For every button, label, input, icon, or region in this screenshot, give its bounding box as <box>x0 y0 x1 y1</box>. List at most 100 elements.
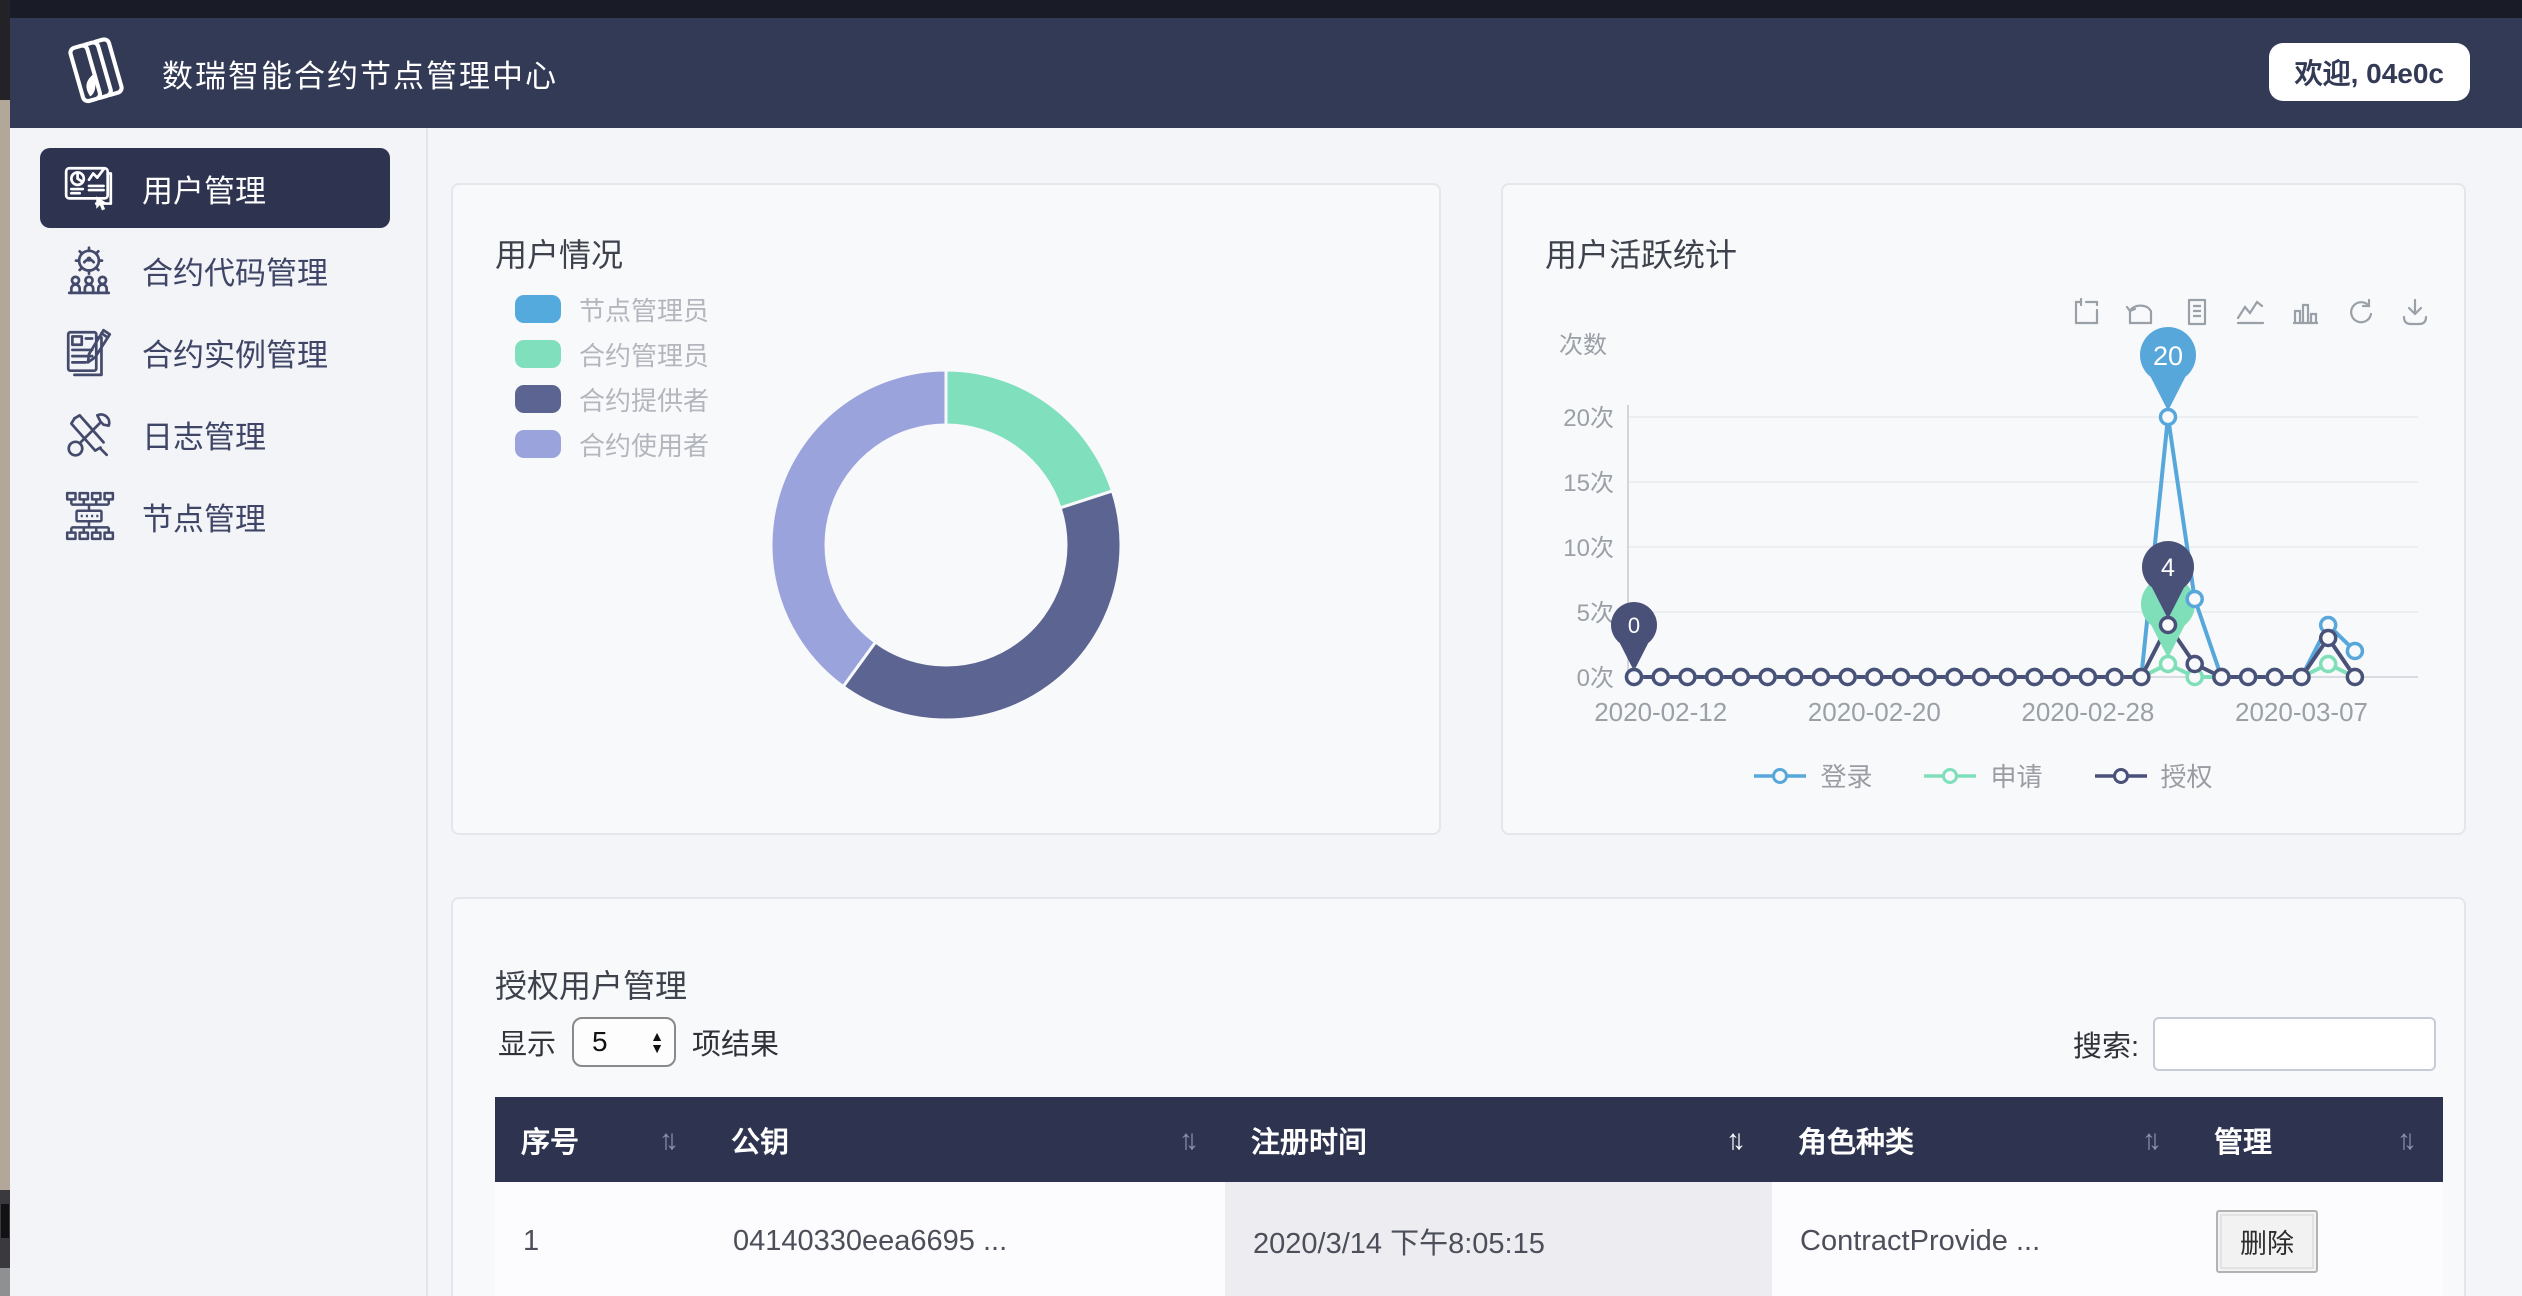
data-point <box>2267 670 2282 685</box>
app-window: 数瑞智能合约节点管理中心 欢迎, 04e0c 用户管理合约代码管理合约实例管理日… <box>10 0 2522 1296</box>
pie-legend-item[interactable]: 合约使用者 <box>515 426 709 462</box>
sidebar-item-contract-code-management[interactable]: 合约代码管理 <box>40 230 390 310</box>
search-label: 搜索: <box>2073 1023 2139 1065</box>
sidebar-item-log-management[interactable]: 日志管理 <box>40 394 390 474</box>
donut-segment[interactable] <box>843 491 1121 720</box>
donut-segment[interactable] <box>771 370 946 687</box>
sidebar-item-contract-instance-management[interactable]: 合约实例管理 <box>40 312 390 392</box>
data-point <box>2241 670 2256 685</box>
donut-segment[interactable] <box>946 370 1112 508</box>
table-controls: 显示 5 ▲▼ 项结果 搜索: <box>453 1017 2464 1073</box>
sort-arrows-icon[interactable]: ↑↓ <box>2397 1124 2417 1156</box>
sidebar: 用户管理合约代码管理合约实例管理日志管理节点管理 <box>10 128 428 1296</box>
activity-line-chart: 0次5次10次15次20次次数2020-02-122020-02-202020-… <box>1503 185 2464 833</box>
main-content: 用户情况 节点管理员合约管理员合约提供者合约使用者 用户活跃统计 0次5次10次… <box>428 128 2522 1296</box>
download-icon[interactable] <box>2400 297 2430 327</box>
column-header-role[interactable]: 角色种类↑↓ <box>1772 1097 2188 1182</box>
data-point <box>1894 670 1909 685</box>
user-roles-donut-chart <box>453 185 1439 833</box>
page-size-control: 显示 5 ▲▼ 项结果 <box>498 1017 779 1067</box>
authorized-users-card-title: 授权用户管理 <box>495 961 687 1007</box>
legend-label: 申请 <box>1990 757 2042 794</box>
cell-register-time: 2020/3/14 下午8:05:15 <box>1225 1182 1772 1296</box>
mark-point-label: 4 <box>2161 554 2175 582</box>
legend-swatch <box>515 295 561 323</box>
legend-label: 合约管理员 <box>579 336 709 373</box>
data-point <box>2161 410 2176 425</box>
user-overview-card: 用户情况 节点管理员合约管理员合约提供者合约使用者 <box>451 183 1441 835</box>
x-tick-label: 2020-02-28 <box>2021 697 2154 727</box>
column-header-index[interactable]: 序号↑↓ <box>495 1097 705 1182</box>
search-input[interactable] <box>2153 1017 2436 1071</box>
data-point <box>2347 670 2362 685</box>
welcome-badge[interactable]: 欢迎, 04e0c <box>2269 43 2470 101</box>
data-point <box>1974 670 1989 685</box>
page-size-suffix-label: 项结果 <box>692 1021 779 1063</box>
authorized-users-table: 序号↑↓公钥↑↓注册时间↑↓角色种类↑↓管理↑↓ 104140330eea669… <box>495 1097 2443 1296</box>
mark-point-label: 20 <box>2153 341 2183 371</box>
bar-chart-icon[interactable] <box>2290 297 2320 327</box>
chart-legend-item[interactable]: 申请 <box>1924 757 2042 794</box>
mark-point-label: 0 <box>1628 613 1640 638</box>
data-point <box>2080 670 2095 685</box>
page-size-select[interactable]: 5 ▲▼ <box>572 1017 676 1067</box>
activity-card: 用户活跃统计 0次5次10次15次20次次数2020-02-122020-02-… <box>1501 183 2466 835</box>
data-point <box>1787 670 1802 685</box>
pie-legend-item[interactable]: 合约提供者 <box>515 381 709 417</box>
line-chart-icon[interactable] <box>2235 297 2265 327</box>
mark-point-pin: 0 <box>1611 602 1657 671</box>
pie-legend-item[interactable]: 合约管理员 <box>515 336 709 372</box>
page-size-prefix-label: 显示 <box>498 1021 556 1063</box>
pie-legend-item[interactable]: 节点管理员 <box>515 291 709 327</box>
column-header-public_key[interactable]: 公钥 ↑↓ <box>705 1097 1225 1182</box>
zoom-select-icon[interactable] <box>2070 297 2100 327</box>
sort-arrows-icon[interactable]: ↑↓ <box>1179 1124 1199 1156</box>
data-point <box>2161 657 2176 672</box>
cell-index: 1 <box>495 1182 705 1296</box>
data-point <box>2134 670 2149 685</box>
column-label: 注册时间 <box>1251 1119 1367 1161</box>
sidebar-item-user-management[interactable]: 用户管理 <box>40 148 390 228</box>
sidebar-item-label: 节点管理 <box>142 494 266 539</box>
sort-arrows-icon[interactable]: ↑↓ <box>659 1124 679 1156</box>
cell-role: ContractProvide ... <box>1772 1182 2188 1296</box>
y-axis-name: 次数 <box>1559 332 1607 359</box>
document-pencil-icon <box>62 325 116 379</box>
chart-legend: 登录 申请 授权 <box>1503 757 2464 794</box>
column-label: 公钥 <box>731 1119 789 1161</box>
app-title: 数瑞智能合约节点管理中心 <box>162 18 558 128</box>
y-tick-label: 5次 <box>1577 600 1614 627</box>
background-window-edge <box>0 0 10 1296</box>
data-point <box>1680 670 1695 685</box>
x-tick-label: 2020-02-12 <box>1594 697 1727 727</box>
mark-point-pin: 20 <box>2140 327 2196 411</box>
data-point <box>2027 670 2042 685</box>
data-point <box>1920 670 1935 685</box>
data-view-icon[interactable] <box>2180 297 2210 327</box>
delete-button[interactable]: 删除 <box>2216 1210 2318 1273</box>
x-tick-label: 2020-03-07 <box>2235 697 2368 727</box>
data-point <box>2161 618 2176 633</box>
data-point <box>2187 657 2202 672</box>
data-point <box>1653 670 1668 685</box>
legend-label: 合约提供者 <box>579 381 709 418</box>
refresh-icon[interactable] <box>2345 297 2375 327</box>
zoom-reset-icon[interactable] <box>2125 297 2155 327</box>
legend-label: 登录 <box>1820 757 1872 794</box>
network-nodes-icon <box>62 489 116 543</box>
chart-legend-item[interactable]: 授权 <box>2095 757 2213 794</box>
sort-arrows-icon[interactable]: ↑↓ <box>1726 1124 1746 1156</box>
sidebar-item-label: 日志管理 <box>142 412 266 457</box>
sort-arrows-icon[interactable]: ↑↓ <box>2142 1124 2162 1156</box>
sidebar-item-node-management[interactable]: 节点管理 <box>40 476 390 556</box>
column-header-manage[interactable]: 管理↑↓ <box>2188 1097 2443 1182</box>
sidebar-item-label: 用户管理 <box>142 166 266 211</box>
column-header-register_time[interactable]: 注册时间 ↑↓ <box>1225 1097 1772 1182</box>
spinner-arrows-icon: ▲▼ <box>650 1030 664 1054</box>
legend-line-icon <box>2095 767 2147 785</box>
data-point <box>1760 670 1775 685</box>
data-point <box>1813 670 1828 685</box>
dashboard-monitor-icon <box>62 161 116 215</box>
chart-legend-item[interactable]: 登录 <box>1754 757 1872 794</box>
data-point <box>2347 644 2362 659</box>
